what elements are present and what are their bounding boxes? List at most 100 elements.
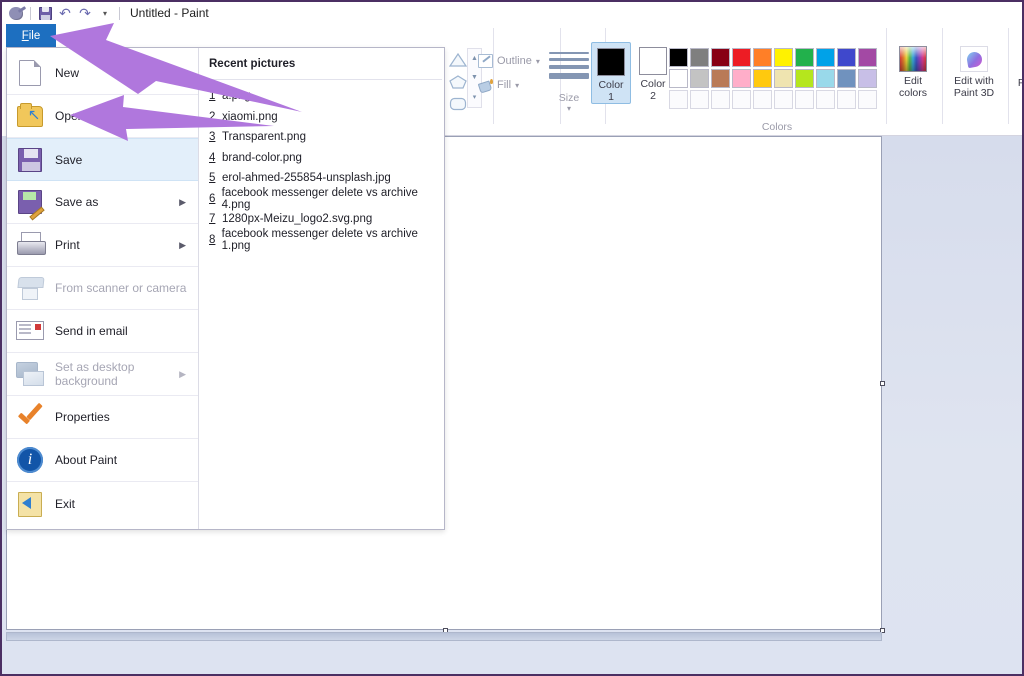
paint3d-icon (960, 46, 988, 72)
palette-custom-slot[interactable] (753, 90, 772, 109)
palette-swatch[interactable] (711, 48, 730, 67)
palette-swatch[interactable] (669, 48, 688, 67)
file-tab[interactable]: File (6, 24, 56, 47)
palette-swatch[interactable] (753, 69, 772, 88)
recent-file-number: 3 (209, 131, 216, 144)
recent-pictures-list: 1 a.png 2 xiaomi.png 3 Transparent.png 4 brand-… (209, 86, 444, 252)
recent-file-number: 4 (209, 151, 216, 164)
menu-item-from-scanner-or-camera: From scanner or camera (7, 267, 198, 310)
color1-label-line1: Color (598, 79, 624, 91)
recent-file-number: 7 (209, 213, 216, 226)
palette-swatch[interactable] (795, 69, 814, 88)
save-icon[interactable] (35, 4, 55, 22)
color1-swatch[interactable] (597, 48, 625, 76)
floppy-disk-icon (15, 145, 45, 175)
undo-icon[interactable]: ↶ (55, 4, 75, 22)
palette-swatch[interactable] (732, 69, 751, 88)
recent-file-name: erol-ahmed-255854-unsplash.jpg (222, 172, 391, 185)
recent-pictures-divider (209, 79, 442, 80)
menu-item-properties[interactable]: Properties (7, 396, 198, 439)
canvas-resize-handle-right[interactable] (880, 381, 885, 386)
menu-item-label-send-in-email: Send in email (55, 324, 128, 338)
menu-item-label-exit: Exit (55, 496, 76, 511)
recent-file-item[interactable]: 5 erol-ahmed-255854-unsplash.jpg (209, 168, 444, 189)
menu-item-print[interactable]: Print ▶ (7, 224, 198, 267)
color2-swatch[interactable] (639, 47, 667, 75)
recent-file-name: facebook messenger delete vs archive 4.p… (221, 186, 418, 211)
recent-file-number: 8 (209, 233, 216, 246)
edit-with-paint3d-button[interactable]: Edit with Paint 3D (945, 46, 1003, 99)
palette-swatch[interactable] (753, 48, 772, 67)
recent-file-name: facebook messenger delete vs archive 1.p… (221, 227, 418, 252)
palette-swatch[interactable] (858, 48, 877, 67)
palette-swatch[interactable] (732, 48, 751, 67)
palette-swatch[interactable] (774, 48, 793, 67)
color1-button[interactable]: Color 1 (591, 42, 631, 104)
palette-swatch[interactable] (816, 48, 835, 67)
palette-custom-slot[interactable] (669, 90, 688, 109)
outline-caret-icon[interactable]: ▾ (536, 57, 540, 66)
outline-pencil-icon (478, 54, 493, 68)
recent-file-item[interactable]: 7 1280px-Meizu_logo2.svg.png (209, 209, 444, 230)
recent-pictures-pane: Recent pictures 1 a.png 2 xiaomi.png 3 Transp… (199, 48, 444, 529)
fill-caret-icon[interactable]: ▾ (515, 81, 519, 90)
fill-label: Fill (497, 79, 512, 91)
window-title: Untitled - Paint (130, 6, 209, 20)
shape-rounded-rect-icon[interactable] (447, 94, 469, 114)
color2-label-line1: Color (640, 78, 666, 90)
color-palette[interactable] (669, 48, 879, 111)
shapes-scroll-down-icon[interactable]: ▼ (471, 74, 478, 81)
menu-item-submenu-arrow-icon: ▶ (179, 368, 186, 379)
menu-item-label-save-as: Save as (55, 195, 99, 209)
color2-button[interactable]: Color 2 (633, 42, 673, 104)
palette-swatch[interactable] (795, 48, 814, 67)
palette-custom-slot[interactable] (711, 90, 730, 109)
outline-button[interactable]: Outline ▾ (478, 54, 540, 68)
ribbon-separator-palette (886, 28, 887, 124)
palette-swatch[interactable] (690, 48, 709, 67)
customize-quick-access-icon[interactable]: ▾ (95, 4, 115, 22)
menu-item-submenu-arrow-icon: ▶ (179, 196, 186, 207)
palette-custom-slot[interactable] (858, 90, 877, 109)
menu-item-about-paint[interactable]: i About Paint (7, 439, 198, 482)
horizontal-scrollbar[interactable] (6, 632, 882, 641)
shape-pentagon-icon[interactable] (447, 72, 469, 92)
size-caret-icon[interactable]: ▾ (549, 104, 589, 113)
recent-file-item[interactable]: 3 Transparent.png (209, 127, 444, 148)
palette-custom-slot[interactable] (690, 90, 709, 109)
palette-swatch[interactable] (858, 69, 877, 88)
edit-colors-button[interactable]: Edit colors (888, 46, 938, 99)
recent-file-item[interactable]: 4 brand-color.png (209, 148, 444, 169)
product-alert-button[interactable]: i Product alert (1011, 46, 1022, 101)
palette-custom-slot[interactable] (837, 90, 856, 109)
palette-custom-slot[interactable] (795, 90, 814, 109)
menu-item-new[interactable]: New (7, 52, 198, 95)
recent-file-item[interactable]: 2 xiaomi.png (209, 107, 444, 128)
size-button[interactable] (549, 52, 589, 83)
menu-item-save-as[interactable]: Save as ▶ (7, 181, 198, 224)
recent-file-item[interactable]: 6 facebook messenger delete vs archive 4.… (209, 186, 444, 211)
palette-swatch[interactable] (690, 69, 709, 88)
shapes-scroll-up-icon[interactable]: ▲ (471, 55, 478, 62)
shape-triangle-icon[interactable] (447, 50, 469, 70)
recent-file-item[interactable]: 1 a.png (209, 86, 444, 107)
palette-custom-slot[interactable] (732, 90, 751, 109)
menu-item-save[interactable]: Save (7, 138, 198, 181)
recent-file-item[interactable]: 8 facebook messenger delete vs archive 1.… (209, 227, 444, 252)
shapes-gallery-more-icon[interactable]: ▾ (473, 93, 477, 101)
menu-item-exit[interactable]: Exit (7, 482, 198, 525)
palette-swatch[interactable] (669, 69, 688, 88)
ribbon-separator-shapes (493, 28, 494, 124)
palette-swatch[interactable] (816, 69, 835, 88)
redo-icon[interactable]: ↷ (75, 4, 95, 22)
palette-swatch[interactable] (711, 69, 730, 88)
palette-swatch[interactable] (837, 48, 856, 67)
menu-item-open[interactable]: Open (7, 95, 198, 138)
palette-custom-slot[interactable] (774, 90, 793, 109)
palette-row2 (669, 69, 879, 90)
menu-item-send-in-email[interactable]: Send in email (7, 310, 198, 353)
palette-custom-slot[interactable] (816, 90, 835, 109)
palette-swatch[interactable] (774, 69, 793, 88)
fill-button[interactable]: Fill ▾ (478, 78, 519, 92)
palette-swatch[interactable] (837, 69, 856, 88)
